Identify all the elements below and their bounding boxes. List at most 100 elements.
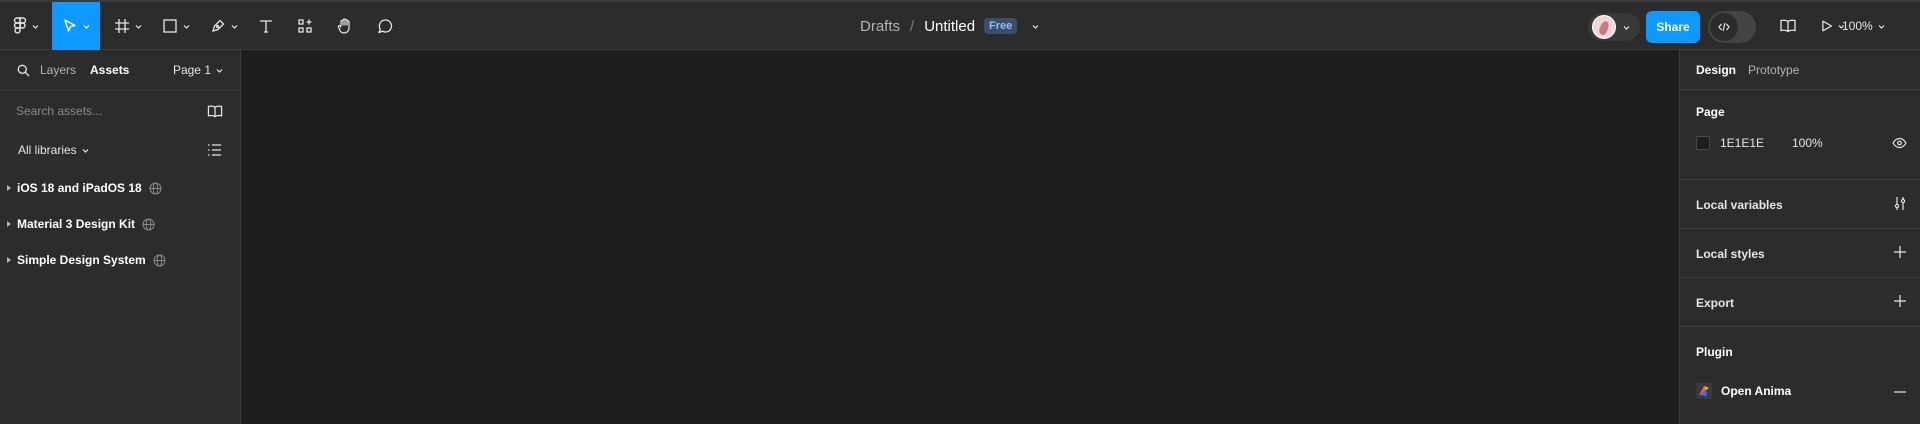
library-name: iOS 18 and iPadOS 18	[17, 181, 142, 195]
breadcrumb-drafts[interactable]: Drafts	[860, 18, 900, 35]
local-styles-section[interactable]: Local styles	[1680, 229, 1920, 278]
rectangle-icon	[162, 19, 177, 33]
library-button[interactable]	[1776, 2, 1800, 50]
plugin-name: Open Anima	[1721, 384, 1792, 398]
export-label: Export	[1696, 296, 1735, 310]
page-background-row[interactable]: 1E1E1E 100%	[1696, 136, 1823, 150]
chevron-down-icon	[216, 68, 223, 73]
expand-triangle-icon[interactable]	[7, 185, 11, 191]
components-grid-icon	[298, 19, 312, 33]
chevron-down-icon	[231, 24, 237, 29]
plus-icon	[1894, 295, 1906, 307]
text-icon	[260, 20, 272, 33]
plugin-section: Plugin Open Anima	[1680, 327, 1920, 423]
list-item[interactable]: Simple Design System	[0, 242, 240, 278]
chevron-down-icon	[83, 24, 89, 29]
comment-bubble-icon	[377, 18, 392, 33]
background-color-value[interactable]: 1E1E1E	[1720, 136, 1792, 150]
export-section[interactable]: Export	[1680, 278, 1920, 327]
play-icon	[1822, 20, 1833, 32]
local-styles-label: Local styles	[1696, 247, 1765, 261]
dev-mode-toggle[interactable]	[1708, 11, 1756, 43]
page-section-title: Page	[1696, 105, 1725, 119]
zoom-level: 100%	[1842, 19, 1873, 33]
visibility-toggle[interactable]	[1892, 136, 1907, 150]
chevron-down-icon	[183, 24, 189, 29]
user-menu[interactable]	[1588, 13, 1640, 41]
text-tool-button[interactable]	[252, 2, 280, 50]
tab-prototype[interactable]: Prototype	[1748, 63, 1799, 77]
page-section: Page 1E1E1E 100%	[1680, 90, 1920, 180]
library-filter-row: All libraries	[0, 130, 240, 170]
open-book-icon[interactable]	[206, 104, 224, 119]
code-brackets-icon	[1718, 22, 1730, 32]
local-variables-label: Local variables	[1696, 198, 1783, 212]
add-style-button[interactable]	[1893, 245, 1907, 259]
plugin-row[interactable]: Open Anima	[1696, 383, 1791, 399]
resources-button[interactable]	[290, 2, 320, 50]
globe-icon	[149, 182, 162, 194]
globe-icon	[142, 218, 155, 230]
hand-icon	[337, 18, 350, 34]
background-opacity-value[interactable]: 100%	[1792, 136, 1823, 150]
page-selector[interactable]: Page 1	[173, 50, 224, 90]
plugin-section-title: Plugin	[1696, 345, 1733, 359]
minus-icon	[1894, 391, 1906, 393]
left-panel-tabs: Layers Assets Page 1	[0, 50, 240, 90]
cursor-arrow-icon	[63, 19, 76, 32]
figma-logo-icon	[13, 17, 26, 34]
chevron-down-icon	[32, 24, 38, 29]
shape-tool-button[interactable]	[158, 2, 194, 50]
add-export-button[interactable]	[1893, 294, 1907, 308]
variables-settings-button[interactable]	[1893, 196, 1907, 211]
comment-tool-button[interactable]	[370, 2, 400, 50]
chevron-down-icon[interactable]	[1031, 22, 1040, 31]
local-variables-section[interactable]: Local variables	[1680, 180, 1920, 229]
list-item[interactable]: iOS 18 and iPadOS 18	[0, 170, 240, 206]
chevron-down-icon	[82, 148, 89, 153]
plan-badge: Free	[984, 18, 1018, 34]
library-filter-dropdown[interactable]: All libraries	[18, 143, 77, 157]
avatar	[1592, 15, 1616, 39]
expand-triangle-icon[interactable]	[7, 221, 11, 227]
file-title-area: Drafts / Untitled Free	[860, 2, 1040, 50]
pen-tool-button[interactable]	[206, 2, 242, 50]
list-view-icon[interactable]	[207, 143, 222, 157]
list-item[interactable]: Material 3 Design Kit	[0, 206, 240, 242]
left-panel: Layers Assets Page 1 All libraries iOS 1…	[0, 50, 241, 424]
chevron-down-icon	[1878, 24, 1885, 29]
library-name: Simple Design System	[17, 253, 146, 267]
expand-triangle-icon[interactable]	[7, 257, 11, 263]
design-canvas[interactable]	[241, 50, 1679, 424]
zoom-control[interactable]: 100%	[1842, 2, 1886, 50]
search-assets-input[interactable]	[16, 103, 196, 118]
search-icon[interactable]	[17, 64, 30, 77]
right-panel: Design Prototype Page 1E1E1E 100% Local …	[1679, 50, 1920, 424]
globe-icon	[153, 254, 166, 266]
eye-icon	[1892, 137, 1907, 149]
right-panel-tabs: Design Prototype	[1680, 50, 1920, 90]
hand-tool-button[interactable]	[330, 2, 360, 50]
open-book-icon	[1780, 19, 1796, 33]
chevron-down-icon	[135, 24, 141, 29]
tab-layers[interactable]: Layers	[40, 63, 76, 77]
chevron-down-icon	[1623, 25, 1630, 30]
page-selector-label: Page 1	[172, 63, 211, 77]
top-toolbar: Drafts / Untitled Free Share 100%	[0, 0, 1920, 50]
color-swatch[interactable]	[1696, 136, 1710, 150]
remove-plugin-button[interactable]	[1893, 385, 1907, 399]
breadcrumb-separator: /	[910, 17, 915, 35]
plus-icon	[1894, 246, 1906, 258]
tab-assets[interactable]: Assets	[90, 63, 129, 77]
frame-tool-button[interactable]	[110, 2, 146, 50]
tab-design[interactable]: Design	[1696, 63, 1736, 77]
sliders-icon	[1894, 197, 1906, 210]
pen-nib-icon	[211, 19, 224, 32]
move-tool-button[interactable]	[52, 2, 100, 50]
asset-search-row	[0, 90, 240, 130]
main-menu-button[interactable]	[10, 2, 42, 50]
frame-hash-icon	[114, 19, 129, 33]
plugin-logo-icon	[1696, 383, 1712, 399]
share-button[interactable]: Share	[1646, 11, 1700, 43]
file-name[interactable]: Untitled	[924, 18, 975, 35]
